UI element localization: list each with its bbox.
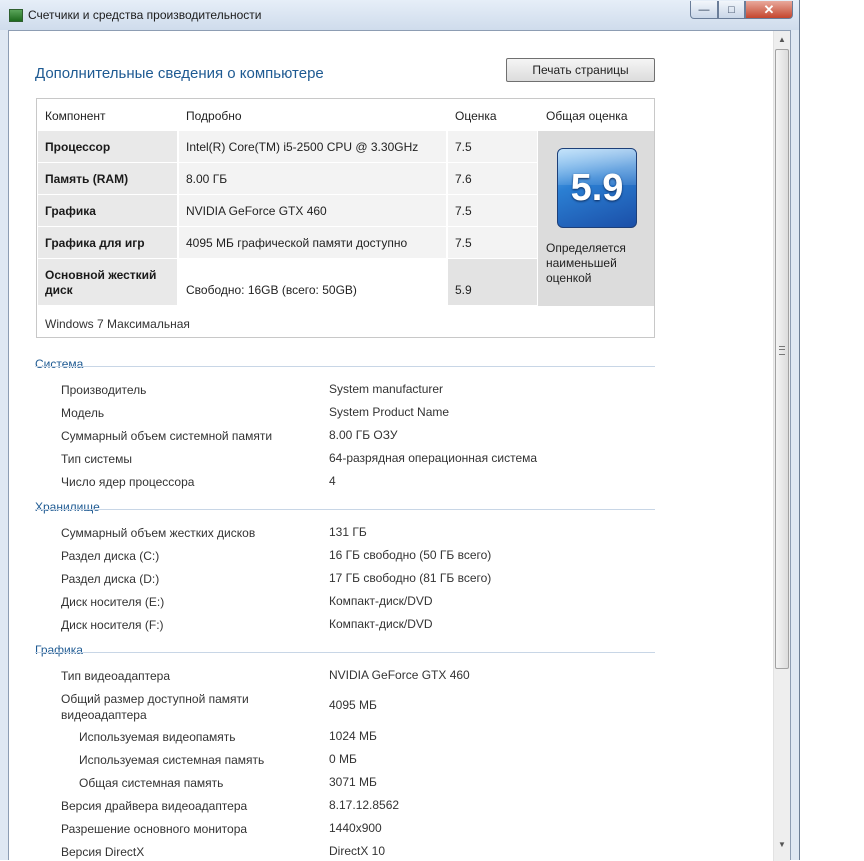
wei-details: 8.00 ГБ <box>179 163 446 194</box>
section-title-storage: Хранилище <box>35 500 100 514</box>
info-label: Производитель <box>61 383 147 397</box>
section-divider <box>35 652 655 653</box>
performance-app-icon <box>9 9 23 22</box>
wei-score: 7.6 <box>448 163 537 194</box>
info-label: Тип системы <box>61 452 132 466</box>
wei-row-graphics: Графика NVIDIA GeForce GTX 460 7.5 <box>38 195 537 226</box>
info-value: 0 МБ <box>329 752 357 766</box>
info-label: Модель <box>61 406 105 420</box>
window-title: Счетчики и средства производительности <box>28 8 262 22</box>
info-label: Раздел диска (D:) <box>61 572 160 586</box>
grip-icon <box>779 346 785 355</box>
info-value: Компакт-диск/DVD <box>329 617 433 631</box>
section-title-graphics: Графика <box>35 643 83 657</box>
info-value: 3071 МБ <box>329 775 377 789</box>
base-score-value: 5.9 <box>570 167 624 209</box>
info-value: 17 ГБ свободно (81 ГБ всего) <box>329 571 492 585</box>
wei-row-gaming-graphics: Графика для игр 4095 МБ графической памя… <box>38 227 537 258</box>
section-divider <box>35 366 655 367</box>
wei-details: NVIDIA GeForce GTX 460 <box>179 195 446 226</box>
info-value: 64-разрядная операционная система <box>329 451 538 465</box>
app-window: Счетчики и средства производительности —… <box>0 0 800 861</box>
info-label: Версия драйвера видеоадаптера <box>61 799 248 813</box>
info-label: Тип видеоадаптера <box>61 669 170 683</box>
info-value: NVIDIA GeForce GTX 460 <box>329 668 470 682</box>
info-value: 8.17.12.8562 <box>329 798 400 812</box>
info-label: Общий размер доступной памяти видеоадапт… <box>61 692 249 722</box>
info-value: Компакт-диск/DVD <box>329 594 433 608</box>
wei-component: Графика <box>38 195 177 226</box>
column-header-overall: Общая оценка <box>546 109 628 123</box>
scrollbar-thumb[interactable] <box>775 49 789 669</box>
column-header-score: Оценка <box>455 109 497 123</box>
wei-component: Память (RAM) <box>38 163 177 194</box>
wei-row-memory: Память (RAM) 8.00 ГБ 7.6 <box>38 163 537 194</box>
minimize-icon: — <box>698 3 710 16</box>
windows-edition: Windows 7 Максимальная <box>45 317 190 331</box>
content-pane: Дополнительные сведения о компьютере Печ… <box>8 30 791 861</box>
info-label: Разрешение основного монитора <box>61 822 248 836</box>
title-bar[interactable]: Счетчики и средства производительности —… <box>0 0 799 30</box>
close-icon: ✕ <box>763 1 775 17</box>
wei-component: Процессор <box>38 131 177 162</box>
page-title: Дополнительные сведения о компьютере <box>35 65 324 82</box>
print-page-button[interactable]: Печать страницы <box>506 58 655 82</box>
info-value: 4 <box>329 474 336 488</box>
info-value: DirectX 10 <box>329 844 386 858</box>
wei-component: Основной жесткий диск <box>38 259 177 305</box>
info-label: Общая системная память <box>79 776 224 790</box>
wei-score: 7.5 <box>448 195 537 226</box>
info-value: 8.00 ГБ ОЗУ <box>329 428 398 442</box>
wei-row-processor: Процессор Intel(R) Core(TM) i5-2500 CPU … <box>38 131 537 162</box>
info-label: Диск носителя (F:) <box>61 618 164 632</box>
wei-score: 5.9 <box>448 259 537 305</box>
wei-row-primary-disk: Основной жесткий диск Свободно: 16GB (вс… <box>38 259 537 305</box>
maximize-button[interactable]: □ <box>718 1 745 19</box>
info-value: 4095 МБ <box>329 698 377 712</box>
base-score-badge: 5.9 <box>557 148 637 228</box>
info-value: 1440x900 <box>329 821 382 835</box>
info-label: Суммарный объем жестких дисков <box>61 526 256 540</box>
wei-table: Компонент Подробно Оценка Общая оценка П… <box>36 98 655 338</box>
wei-score: 7.5 <box>448 131 537 162</box>
wei-details: Свободно: 16GB (всего: 50GB) <box>179 259 446 305</box>
info-value: 16 ГБ свободно (50 ГБ всего) <box>329 548 492 562</box>
overall-score-panel: 5.9 Определяется наименьшей оценкой <box>538 131 654 306</box>
section-divider <box>35 509 655 510</box>
info-label: Версия DirectX <box>61 845 145 859</box>
wei-details: 4095 МБ графической памяти доступно <box>179 227 446 258</box>
close-button[interactable]: ✕ <box>745 1 793 19</box>
wei-details: Intel(R) Core(TM) i5-2500 CPU @ 3.30GHz <box>179 131 446 162</box>
minimize-button[interactable]: — <box>690 1 718 19</box>
wei-score: 7.5 <box>448 227 537 258</box>
scroll-down-arrow-icon[interactable]: ▼ <box>774 836 790 853</box>
overall-score-note: Определяется наименьшей оценкой <box>546 241 626 285</box>
info-label: Раздел диска (C:) <box>61 549 160 563</box>
info-value: 1024 МБ <box>329 729 377 743</box>
info-label: Число ядер процессора <box>61 475 195 489</box>
info-value: System manufacturer <box>329 382 444 396</box>
info-label: Используемая системная память <box>79 753 265 767</box>
column-header-details: Подробно <box>186 109 242 123</box>
info-value: System Product Name <box>329 405 450 419</box>
maximize-icon: □ <box>728 3 735 16</box>
info-value: 131 ГБ <box>329 525 367 539</box>
scroll-up-arrow-icon[interactable]: ▲ <box>774 31 790 48</box>
section-title-system: Система <box>35 357 84 371</box>
info-label: Диск носителя (E:) <box>61 595 165 609</box>
info-label: Используемая видеопамять <box>79 730 236 744</box>
info-label: Суммарный объем системной памяти <box>61 429 273 443</box>
column-header-component: Компонент <box>45 109 106 123</box>
wei-component: Графика для игр <box>38 227 177 258</box>
vertical-scrollbar[interactable]: ▲ ▼ <box>773 31 790 861</box>
